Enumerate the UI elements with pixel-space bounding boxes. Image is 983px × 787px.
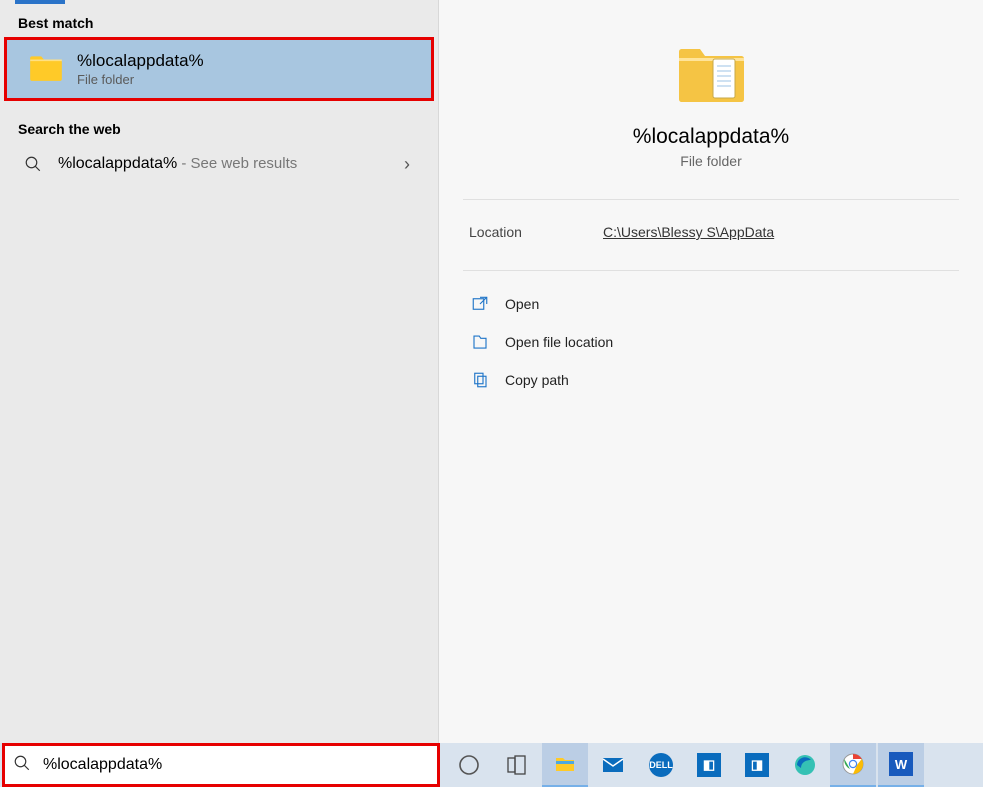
location-row: Location C:\Users\Blessy S\AppData [463, 200, 959, 271]
taskbar-app-blue-1[interactable]: DELL [638, 743, 684, 787]
open-icon [469, 293, 491, 315]
taskbar-word[interactable]: W [878, 743, 924, 787]
search-results-pane: Best match %localappdata% File folder Se… [0, 0, 438, 751]
taskbar-app-blue-3[interactable]: ◨ [734, 743, 780, 787]
task-view-icon[interactable] [494, 743, 540, 787]
search-input[interactable] [43, 756, 429, 774]
location-label: Location [463, 224, 603, 240]
taskbar-chrome[interactable] [830, 743, 876, 787]
web-result-text: %localappdata% [58, 155, 177, 172]
action-open-location[interactable]: Open file location [463, 323, 959, 361]
web-section-header: Search the web [0, 111, 438, 143]
web-result-suffix: - See web results [177, 155, 297, 172]
preview-subtitle: File folder [680, 153, 741, 169]
location-path-link[interactable]: C:\Users\Blessy S\AppData [603, 224, 774, 240]
preview-pane: %localappdata% File folder Location C:\U… [438, 0, 983, 751]
action-open-label: Open [505, 296, 539, 312]
search-icon [13, 754, 35, 777]
cortana-icon[interactable] [446, 743, 492, 787]
copy-icon [469, 369, 491, 391]
folder-large-icon [675, 40, 747, 109]
taskbar: DELL ◧ ◨ W [0, 743, 983, 787]
folder-icon [27, 50, 65, 88]
best-match-header: Best match [0, 5, 438, 37]
action-copy-path-label: Copy path [505, 372, 569, 388]
action-open-location-label: Open file location [505, 334, 613, 350]
preview-title: %localappdata% [633, 125, 789, 149]
taskbar-app-blue-2[interactable]: ◧ [686, 743, 732, 787]
best-match-title: %localappdata% [77, 51, 417, 71]
search-box[interactable] [2, 743, 440, 787]
taskbar-edge[interactable] [782, 743, 828, 787]
search-icon [22, 153, 44, 175]
best-match-result[interactable]: %localappdata% File folder [4, 37, 434, 101]
action-open[interactable]: Open [463, 285, 959, 323]
chevron-right-icon[interactable]: › [404, 154, 410, 175]
taskbar-file-explorer[interactable] [542, 743, 588, 787]
web-search-result[interactable]: %localappdata% - See web results › [0, 143, 438, 185]
best-match-subtitle: File folder [77, 72, 417, 87]
open-location-icon [469, 331, 491, 353]
action-copy-path[interactable]: Copy path [463, 361, 959, 399]
taskbar-mail[interactable] [590, 743, 636, 787]
